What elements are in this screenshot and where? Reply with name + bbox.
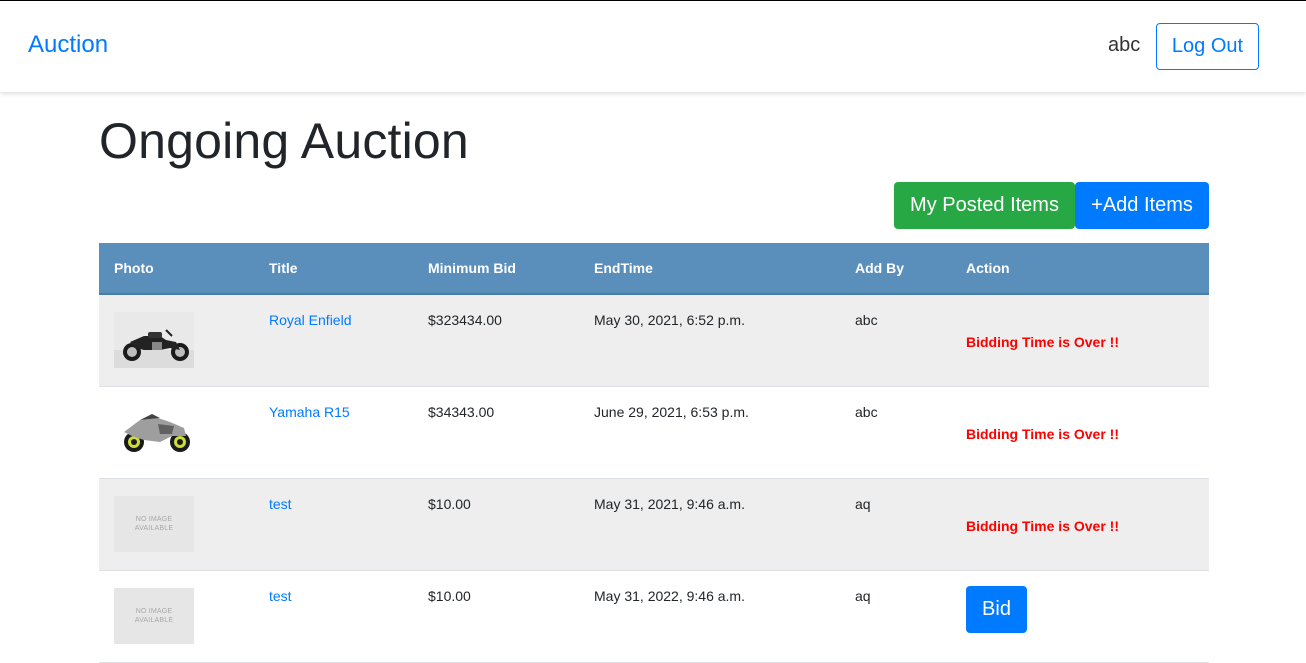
photo-cell: NO IMAGE AVAILABLE (99, 478, 254, 570)
table-row: NO IMAGE AVAILABLE test $10.00 May 31, 2… (99, 570, 1209, 662)
header-action: Action (951, 243, 1209, 295)
bid-button[interactable]: Bid (966, 585, 1027, 633)
no-image-text: NO IMAGE (135, 607, 173, 615)
photo-cell (99, 386, 254, 478)
add-by-cell: aq (855, 587, 871, 604)
add-by-cell: aq (855, 495, 871, 512)
no-image-placeholder: NO IMAGE AVAILABLE (114, 587, 194, 644)
auction-table: Photo Title Minimum Bid EndTime Add By A… (99, 243, 1209, 663)
title-cell: Royal Enfield (254, 294, 413, 386)
endtime-cell: May 31, 2022, 9:46 a.m. (594, 587, 745, 604)
endtime-cell: June 29, 2021, 6:53 p.m. (594, 403, 749, 420)
header-photo: Photo (99, 243, 254, 295)
table-header-row: Photo Title Minimum Bid EndTime Add By A… (99, 243, 1209, 295)
logout-button[interactable]: Log Out (1156, 23, 1259, 70)
yamaha-r15-photo (114, 403, 194, 460)
bidding-over-text: Bidding Time is Over !! (966, 426, 1119, 442)
item-title-link[interactable]: Yamaha R15 (269, 404, 350, 420)
photo-cell: NO IMAGE AVAILABLE (99, 570, 254, 662)
table-row: Yamaha R15 $34343.00 June 29, 2021, 6:53… (99, 386, 1209, 478)
table-row: NO IMAGE AVAILABLE test $10.00 May 31, 2… (99, 478, 1209, 570)
item-title-link[interactable]: Royal Enfield (269, 312, 352, 328)
action-cell: Bidding Time is Over !! (951, 478, 1209, 570)
no-image-text: AVAILABLE (134, 616, 174, 624)
table-row: Royal Enfield $323434.00 May 30, 2021, 6… (99, 294, 1209, 386)
min-bid-cell: $10.00 (428, 495, 471, 512)
min-bid-cell: $10.00 (428, 587, 471, 604)
endtime-cell: May 30, 2021, 6:52 p.m. (594, 312, 745, 328)
action-cell: Bidding Time is Over !! (951, 294, 1209, 386)
royal-enfield-photo (114, 312, 194, 368)
header-endtime: EndTime (579, 243, 840, 295)
action-cell: Bid (951, 570, 1209, 662)
bidding-over-text: Bidding Time is Over !! (966, 518, 1119, 534)
title-cell: test (254, 478, 413, 570)
no-image-text: AVAILABLE (134, 524, 174, 532)
add-by-cell: abc (855, 403, 878, 420)
min-bid-cell: $323434.00 (428, 312, 502, 328)
page-title: Ongoing Auction (99, 113, 469, 169)
my-posted-items-button[interactable]: My Posted Items (894, 182, 1075, 229)
username: abc (1108, 34, 1141, 56)
no-image-placeholder: NO IMAGE AVAILABLE (114, 495, 194, 552)
add-items-button[interactable]: +Add Items (1075, 182, 1209, 229)
navbar: Auction abc Log Out (0, 0, 1306, 92)
no-image-text: NO IMAGE (135, 515, 173, 523)
bidding-over-text: Bidding Time is Over !! (966, 334, 1119, 351)
photo-cell (99, 294, 254, 386)
action-cell: Bidding Time is Over !! (951, 386, 1209, 478)
item-title-link[interactable]: test (269, 588, 292, 604)
item-title-link[interactable]: test (269, 496, 292, 512)
header-add-by: Add By (840, 243, 951, 295)
title-cell: test (254, 570, 413, 662)
add-by-cell: abc (855, 312, 878, 328)
header-minimum-bid: Minimum Bid (413, 243, 579, 295)
min-bid-cell: $34343.00 (428, 403, 495, 420)
title-cell: Yamaha R15 (254, 386, 413, 478)
endtime-cell: May 31, 2021, 9:46 a.m. (594, 495, 745, 512)
brand-link[interactable]: Auction (28, 31, 108, 59)
header-title: Title (254, 243, 413, 295)
